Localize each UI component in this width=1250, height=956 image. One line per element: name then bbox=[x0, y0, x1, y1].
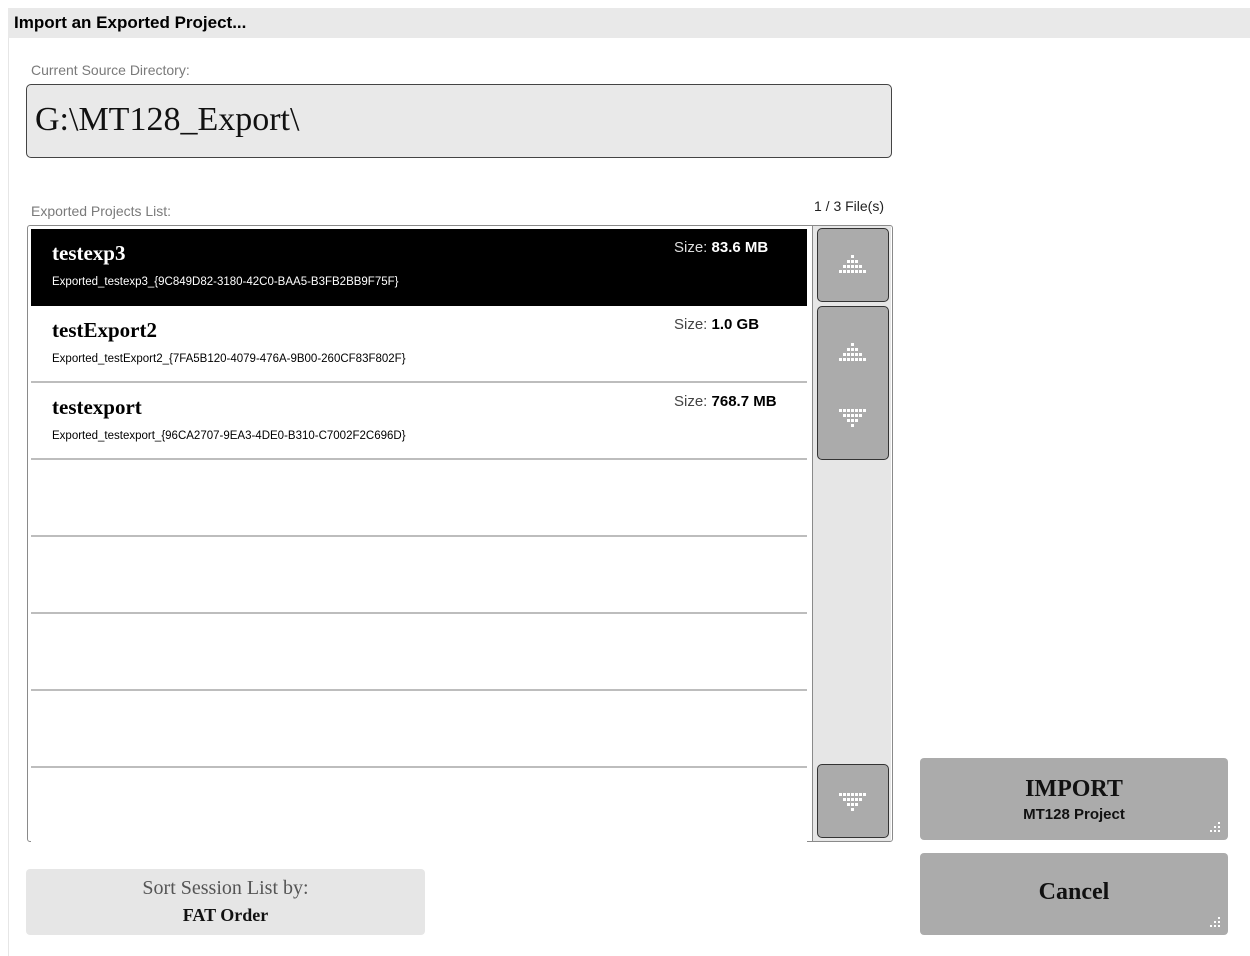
project-file: Exported_testExport2_{7FA5B120-4079-476A… bbox=[52, 353, 406, 365]
projects-list-rows: testexp3 Exported_testexp3_{9C849D82-318… bbox=[31, 229, 807, 843]
empty-row bbox=[31, 614, 807, 691]
cancel-button[interactable]: Cancel bbox=[920, 853, 1228, 935]
project-file: Exported_testexport_{96CA2707-9EA3-4DE0-… bbox=[52, 430, 406, 442]
empty-row bbox=[31, 460, 807, 537]
window-title: Import an Exported Project... bbox=[14, 13, 247, 32]
source-directory-label: Current Source Directory: bbox=[31, 62, 190, 78]
project-row[interactable]: testexport Exported_testexport_{96CA2707… bbox=[31, 383, 807, 460]
projects-list: testexp3 Exported_testexp3_{9C849D82-318… bbox=[27, 225, 893, 843]
project-file: Exported_testexp3_{9C849D82-3180-42C0-BA… bbox=[52, 276, 399, 288]
project-row[interactable]: testexp3 Exported_testexp3_{9C849D82-318… bbox=[31, 229, 807, 306]
arrow-up-icon bbox=[839, 255, 866, 273]
project-size: Size: 768.7 MB bbox=[674, 393, 777, 410]
project-name: testExport2 bbox=[52, 318, 157, 342]
project-size: Size: 83.6 MB bbox=[674, 239, 768, 256]
list-scrollbar[interactable] bbox=[812, 226, 891, 841]
cancel-button-label: Cancel bbox=[1038, 879, 1110, 905]
arrow-up-icon bbox=[839, 343, 866, 361]
empty-row bbox=[31, 537, 807, 614]
size-label: Size: bbox=[674, 316, 708, 333]
size-value: 768.7 MB bbox=[711, 393, 777, 410]
empty-row bbox=[31, 691, 807, 768]
source-directory-path: G:\MT128_Export\ bbox=[35, 101, 300, 138]
import-button-subtitle: MT128 Project bbox=[1023, 806, 1125, 823]
project-name: testexp3 bbox=[52, 241, 126, 265]
sort-button[interactable]: Sort Session List by: FAT Order bbox=[26, 869, 425, 935]
project-name: testexport bbox=[52, 395, 142, 419]
empty-row bbox=[31, 768, 807, 843]
import-button-title: IMPORT bbox=[1025, 776, 1123, 802]
left-divider bbox=[8, 38, 9, 956]
arrow-down-icon bbox=[839, 793, 866, 811]
sort-value: FAT Order bbox=[182, 905, 269, 925]
scroll-bottom-button[interactable] bbox=[817, 764, 889, 838]
scroll-top-button[interactable] bbox=[817, 228, 889, 302]
projects-list-label: Exported Projects List: bbox=[31, 203, 172, 219]
size-label: Size: bbox=[674, 239, 708, 256]
arrow-down-icon bbox=[839, 409, 866, 427]
size-value: 83.6 MB bbox=[711, 239, 769, 256]
resize-grip-icon bbox=[1210, 917, 1220, 927]
size-label: Size: bbox=[674, 393, 708, 410]
scroll-page-buttons[interactable] bbox=[817, 306, 889, 460]
resize-grip-icon bbox=[1210, 822, 1220, 832]
project-size: Size: 1.0 GB bbox=[674, 316, 759, 333]
project-row[interactable]: testExport2 Exported_testExport2_{7FA5B1… bbox=[31, 306, 807, 383]
file-count: 1 / 3 File(s) bbox=[813, 198, 884, 214]
import-button[interactable]: IMPORT MT128 Project bbox=[920, 758, 1228, 840]
size-value: 1.0 GB bbox=[711, 316, 760, 333]
title-bar: Import an Exported Project... bbox=[0, 0, 1250, 38]
source-directory-field[interactable]: G:\MT128_Export\ bbox=[26, 84, 892, 158]
sort-label: Sort Session List by: bbox=[142, 877, 309, 899]
